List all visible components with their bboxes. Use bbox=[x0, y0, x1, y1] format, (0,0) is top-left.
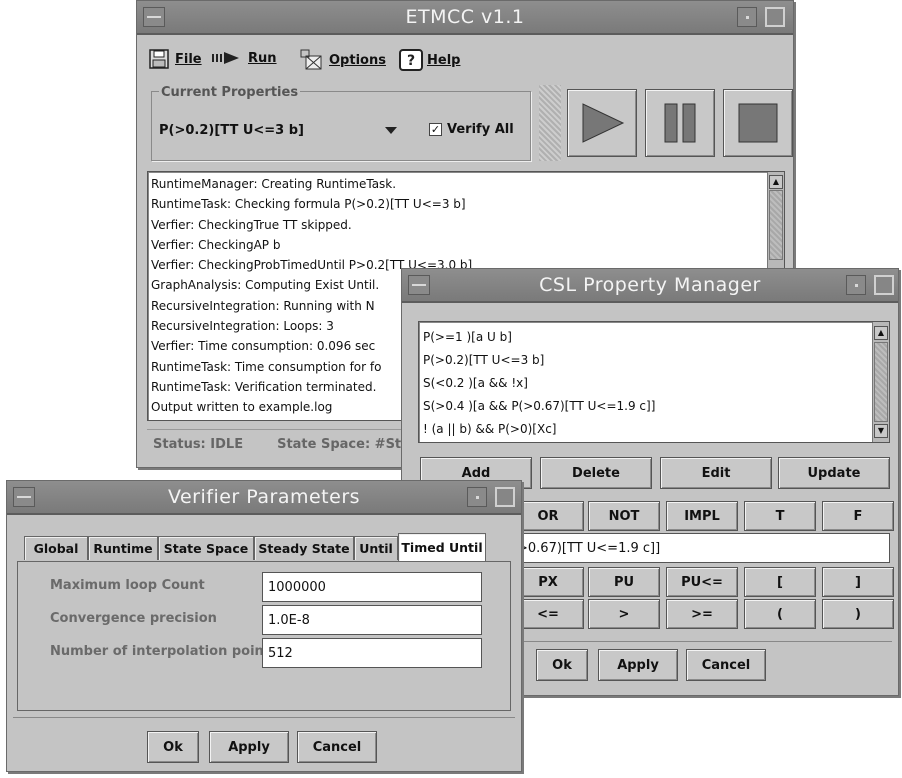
svg-text:?: ? bbox=[407, 53, 415, 69]
log-line: Verfier: CheckingTrue TT skipped. bbox=[151, 217, 352, 232]
options-icon bbox=[300, 49, 322, 70]
menu-run-label: Run bbox=[248, 50, 277, 66]
log-line: RuntimeManager: Creating RuntimeTask. bbox=[151, 177, 397, 191]
log-scrollbar-thumb[interactable] bbox=[769, 190, 783, 260]
verifier-ok-button[interactable]: Ok bbox=[147, 731, 199, 763]
current-properties-label: Current Properties bbox=[159, 85, 301, 100]
log-line: Verfier: CheckingAP b bbox=[151, 237, 281, 252]
pause-icon bbox=[664, 103, 696, 143]
operator-button[interactable]: PU bbox=[588, 567, 660, 597]
verifier-cancel-button[interactable]: Cancel bbox=[297, 731, 377, 763]
operator-button[interactable]: PU<= bbox=[666, 567, 738, 597]
formula-input-value: >0.67)[TT U<=1.9 c]] bbox=[517, 540, 661, 556]
param-input[interactable]: 1.0E-8 bbox=[262, 605, 482, 635]
property-list-scrollbar-thumb[interactable] bbox=[874, 342, 888, 422]
operator-button[interactable]: F bbox=[822, 501, 894, 531]
dropdown-arrow-icon bbox=[385, 127, 397, 134]
stop-icon bbox=[738, 103, 778, 143]
minimize-button[interactable] bbox=[467, 487, 487, 507]
property-list-item[interactable]: S(>0.4 )[a && P(>0.67)[TT U<=1.9 c]] bbox=[419, 395, 889, 418]
param-label: Number of interpolation points bbox=[50, 644, 278, 659]
param-label: Convergence precision bbox=[50, 611, 217, 626]
verifier-title: Verifier Parameters bbox=[167, 486, 361, 508]
state-space-text: State Space: #St bbox=[277, 437, 402, 452]
tab-global[interactable]: Global bbox=[24, 536, 88, 560]
tab-runtime[interactable]: Runtime bbox=[88, 536, 158, 560]
property-select-value: P(>0.2)[TT U<=3 b] bbox=[159, 122, 304, 138]
menu-options[interactable]: Options bbox=[300, 49, 386, 71]
edit-button[interactable]: Edit bbox=[660, 457, 772, 489]
menu-options-label: Options bbox=[329, 52, 386, 68]
operator-button[interactable]: >= bbox=[666, 599, 738, 629]
maximize-button[interactable] bbox=[765, 7, 785, 27]
operator-button[interactable]: T bbox=[744, 501, 816, 531]
scroll-down-arrow-icon[interactable]: ▼ bbox=[874, 424, 888, 438]
play-button[interactable] bbox=[567, 89, 637, 157]
minimize-button[interactable] bbox=[737, 7, 757, 27]
formula-input[interactable]: >0.67)[TT U<=1.9 c]] bbox=[512, 533, 890, 563]
tab-state-space[interactable]: State Space bbox=[158, 536, 254, 560]
verifier-footer-divider bbox=[13, 717, 515, 718]
update-button[interactable]: Update bbox=[778, 457, 890, 489]
scroll-up-arrow-icon[interactable]: ▲ bbox=[874, 326, 888, 340]
property-list-item[interactable]: P(>=1 )[a U b] bbox=[419, 326, 889, 349]
property-select[interactable]: P(>0.2)[TT U<=3 b] bbox=[159, 118, 405, 142]
toolbar-grip bbox=[539, 85, 561, 161]
operator-button[interactable]: ) bbox=[822, 599, 894, 629]
operator-button[interactable]: OR bbox=[512, 501, 584, 531]
tab-until[interactable]: Until bbox=[354, 536, 398, 560]
tab-steady-state[interactable]: Steady State bbox=[254, 536, 354, 560]
checkbox-checked-icon: ✓ bbox=[429, 123, 442, 136]
property-list-items: P(>=1 )[a U b] P(>0.2)[TT U<=3 b] S(<0.2 )… bbox=[419, 322, 889, 441]
property-list-item[interactable]: S(<0.2 )[a && !x] bbox=[419, 372, 889, 395]
minimize-button[interactable] bbox=[846, 275, 866, 295]
floppy-disk-icon bbox=[149, 49, 169, 69]
maximize-button[interactable] bbox=[495, 487, 515, 507]
param-label: Maximum loop Count bbox=[50, 578, 205, 593]
property-list-item[interactable]: ! (a || b) && P(>0)[Xc] bbox=[419, 418, 889, 441]
operator-button[interactable]: PX bbox=[512, 567, 584, 597]
play-icon bbox=[582, 103, 625, 143]
operator-button[interactable]: NOT bbox=[588, 501, 660, 531]
log-line: RuntimeTask: Checking formula P(>0.2)[TT… bbox=[151, 197, 466, 212]
menu-help[interactable]: ? Help bbox=[399, 49, 460, 71]
property-list-scrollbar[interactable]: ▲ ▼ bbox=[872, 322, 889, 442]
csl-apply-button[interactable]: Apply bbox=[598, 649, 678, 681]
verifier-apply-button[interactable]: Apply bbox=[209, 731, 289, 763]
verify-all-checkbox[interactable]: ✓ Verify All bbox=[429, 122, 514, 137]
menu-help-label: Help bbox=[427, 52, 461, 68]
csl-ok-button[interactable]: Ok bbox=[536, 649, 588, 681]
csl-cancel-button[interactable]: Cancel bbox=[686, 649, 766, 681]
operator-button[interactable]: IMPL bbox=[666, 501, 738, 531]
csl-title: CSL Property Manager bbox=[539, 274, 761, 296]
operator-button[interactable]: ] bbox=[822, 567, 894, 597]
menu-file[interactable]: File bbox=[149, 49, 202, 69]
scroll-up-arrow-icon[interactable]: ▲ bbox=[769, 175, 783, 189]
delete-button[interactable]: Delete bbox=[540, 457, 652, 489]
operator-button[interactable]: ( bbox=[744, 599, 816, 629]
property-list-item[interactable]: P(>0.2)[TT U<=3 b] bbox=[419, 349, 889, 372]
stop-button[interactable] bbox=[723, 89, 793, 157]
operator-button[interactable]: [ bbox=[744, 567, 816, 597]
property-list[interactable]: P(>=1 )[a U b] P(>0.2)[TT U<=3 b] S(<0.2 )… bbox=[418, 321, 890, 443]
run-arrow-icon bbox=[212, 52, 239, 64]
menu-file-label: File bbox=[175, 51, 202, 67]
param-input[interactable]: 512 bbox=[262, 638, 482, 668]
pause-button[interactable] bbox=[645, 89, 715, 157]
tab-timed-until[interactable]: Timed Until bbox=[398, 533, 486, 561]
etmcc-title: ETMCC v1.1 bbox=[405, 6, 525, 28]
csl-titlebar[interactable]: CSL Property Manager bbox=[402, 269, 898, 303]
status-text: Status: IDLE bbox=[153, 437, 244, 452]
maximize-button[interactable] bbox=[874, 275, 894, 295]
etmcc-titlebar[interactable]: ETMCC v1.1 bbox=[137, 1, 793, 35]
verifier-titlebar[interactable]: Verifier Parameters bbox=[7, 481, 521, 515]
operator-button[interactable]: > bbox=[588, 599, 660, 629]
verify-all-label: Verify All bbox=[447, 122, 514, 137]
help-icon: ? bbox=[399, 49, 423, 71]
operator-button[interactable]: <= bbox=[512, 599, 584, 629]
menu-run[interactable]: Run bbox=[211, 49, 277, 67]
param-input[interactable]: 1000000 bbox=[262, 572, 482, 602]
